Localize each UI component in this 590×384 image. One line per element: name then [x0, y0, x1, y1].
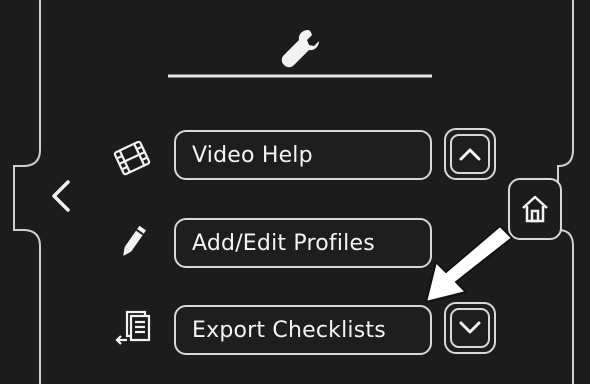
home-icon: [522, 195, 548, 223]
chevron-down-icon: [459, 321, 481, 334]
scroll-up-button[interactable]: [444, 128, 496, 180]
chevron-left-icon: [52, 180, 70, 212]
export-checklists-label: Export Checklists: [192, 317, 386, 343]
back-button[interactable]: [32, 168, 90, 224]
scroll-up-inner: [450, 134, 490, 174]
film-icon: [110, 138, 154, 178]
video-help-label: Video Help: [192, 142, 313, 168]
wrench-icon: [278, 26, 322, 70]
settings-screen: Video Help Add/Edit Profiles Export Chec…: [0, 0, 590, 384]
callout-arrow-icon: [425, 225, 513, 303]
video-help-button[interactable]: Video Help: [174, 130, 432, 180]
add-edit-profiles-button[interactable]: Add/Edit Profiles: [174, 218, 432, 268]
add-edit-profiles-label: Add/Edit Profiles: [192, 230, 375, 256]
export-icon: [112, 306, 154, 348]
export-checklists-button[interactable]: Export Checklists: [174, 305, 432, 355]
pencil-icon: [116, 222, 150, 262]
scroll-down-inner: [450, 308, 490, 348]
chevron-up-icon: [459, 148, 481, 161]
